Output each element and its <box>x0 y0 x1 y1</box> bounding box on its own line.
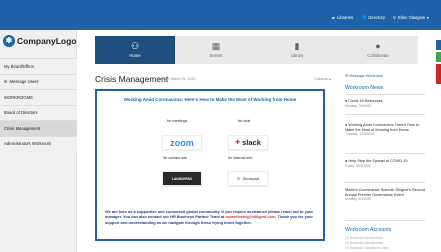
account-item[interactable]: (1) Business Administrator <box>345 241 425 245</box>
divider <box>345 153 425 154</box>
news-item-title: Help Stop the Spread of COVID-19 <box>348 159 408 163</box>
workroom-accounts-heading: Workroom Accounts <box>345 227 392 233</box>
logo-icon: ✱ <box>3 35 15 47</box>
tab-events[interactable]: ▦ Events <box>176 36 256 64</box>
sidebar-item-label: Administrators Workroom <box>4 141 52 147</box>
tab-label: Events <box>209 53 223 58</box>
slack-icon: ✚ <box>235 140 241 146</box>
news-item[interactable]: ● Help Stop the Spread of COVID-19 Friday… <box>345 159 425 168</box>
showpad-wordmark: Showpad <box>242 176 260 181</box>
divider <box>345 220 425 221</box>
news-item[interactable]: ● Covid-19 Resources Monday, 7/6/2020 <box>345 99 425 108</box>
label-for-contact-info: for contact info <box>163 156 188 160</box>
logo-text: CompanyLogo <box>17 36 77 46</box>
covid-icon: ● <box>345 123 348 127</box>
divider <box>345 94 425 95</box>
sidebar-section-workrooms: WORKROOMS <box>0 89 77 105</box>
tab-home[interactable]: ⚇ Home <box>95 36 175 64</box>
news-item-date: Friday, 3/20/2020 <box>345 163 371 168</box>
collapse-button[interactable]: Collapse ▴ <box>314 77 331 81</box>
divider <box>345 114 425 115</box>
edge-widget[interactable] <box>436 52 441 62</box>
zoom-wordmark: zoom <box>170 137 194 148</box>
account-item[interactable]: (1) Business Administrator <box>345 236 425 240</box>
libraries-link[interactable]: ▰ Libraries <box>332 15 353 20</box>
sidebar-item-administrators-workroom[interactable]: Administrators Workroom <box>0 135 77 151</box>
showpad-icon: ∞ <box>236 175 241 182</box>
news-panel: ✉ Message Workroom Workroom News ● Covid… <box>345 70 425 252</box>
divider <box>345 182 425 183</box>
news-item[interactable]: Modern Governance Summit: Diligent's Sec… <box>345 188 425 202</box>
workroom-tabs: ⚇ Home ▦ Events ▮ Library ● Collaborate <box>95 36 418 64</box>
zoom-logo[interactable]: zoom <box>162 135 202 150</box>
folder-icon: ▰ <box>331 14 335 20</box>
user-menu[interactable]: ⚲ Ellen Glasgow ▾ <box>393 15 429 20</box>
top-bar: ▰ Libraries 👥 Directory ⚲ Ellen Glasgow … <box>0 0 441 30</box>
sidebar-item-label: Crisis Management <box>4 125 41 131</box>
account-item[interactable]: (1) Business Operations User <box>345 246 425 250</box>
libraries-label: Libraries <box>336 14 354 20</box>
user-icon: ⚲ <box>393 14 397 20</box>
news-item-date: Monday, 3/2/2020 <box>345 197 372 202</box>
envelope-icon: ✉ <box>4 79 8 85</box>
library-icon: ▮ <box>294 41 300 51</box>
edge-widget[interactable] <box>436 40 441 50</box>
sidebar-item-crisis-management[interactable]: Crisis Management <box>0 120 77 136</box>
covid-icon: ● <box>345 99 348 103</box>
card-title: Working Amid Coronavirus: Here's How to … <box>123 97 297 102</box>
news-item[interactable]: ● Working Amid Coronavirus: Here's How t… <box>345 123 425 137</box>
tab-label: Home <box>129 53 141 58</box>
news-item-title: Covid-19 Resources <box>348 99 383 103</box>
sidebar: ✱ CompanyLogo My Board/Effect ✉ Message U… <box>0 30 77 252</box>
sidebar-item-my-board[interactable]: My Board/Effect <box>0 58 77 74</box>
people-icon: 👥 <box>361 14 367 19</box>
chevron-down-icon: ▾ <box>426 14 429 20</box>
sidebar-item-label: Message Users <box>9 79 39 85</box>
company-logo[interactable]: ✱ CompanyLogo <box>3 35 77 47</box>
directory-link[interactable]: 👥 Directory <box>361 14 385 20</box>
covid-icon: ● <box>345 159 348 163</box>
workroom-news-heading: Workroom News <box>345 85 384 91</box>
chat-icon: ● <box>375 41 381 51</box>
label-for-meetings: for meetings <box>167 119 188 123</box>
tab-label: Library <box>290 53 304 58</box>
edge-widget[interactable] <box>436 64 441 84</box>
message-workroom-label: Message Workroom <box>349 74 384 78</box>
tab-collaborate[interactable]: ● Collaborate <box>338 36 418 64</box>
launchpad-wordmark: LAUNCHPAD <box>172 176 192 181</box>
sidebar-item-label: Board of Directors <box>4 110 38 116</box>
label-for-internal-info: for internal info <box>228 156 253 160</box>
calendar-icon: ▦ <box>211 41 221 51</box>
launchpad-logo[interactable]: LAUNCHPAD <box>162 171 202 186</box>
tab-label: Collaborate <box>367 53 389 58</box>
sidebar-item-label: WORKROOMS <box>4 94 33 100</box>
collapse-label: Collapse <box>314 77 328 81</box>
user-name: Ellen Glasgow <box>398 14 425 20</box>
announcement-card: Working Amid Coronavirus: Here's How to … <box>95 89 325 241</box>
slack-logo[interactable]: ✚ slack <box>228 135 268 150</box>
news-item-title: Working Amid Coronavirus: Here's How to … <box>345 123 420 132</box>
sidebar-item-label: My Board/Effect <box>4 63 34 69</box>
message-workroom-link[interactable]: ✉ Message Workroom <box>345 73 383 78</box>
sidebar-item-message-users[interactable]: ✉ Message Users <box>0 73 77 89</box>
slack-wordmark: slack <box>242 138 261 147</box>
envelope-icon: ✉ <box>345 74 349 78</box>
label-for-chat: for chat <box>238 119 251 123</box>
news-item-title: Modern Governance Summit: Diligent's Sec… <box>345 188 425 197</box>
chevron-up-icon: ▴ <box>328 77 331 81</box>
sidebar-item-board-of-directors[interactable]: Board of Directors <box>0 104 77 120</box>
news-item-date: Monday, 7/6/2020 <box>345 103 372 108</box>
right-edge-widgets <box>436 40 441 84</box>
directory-label: Directory <box>368 14 386 20</box>
support-note: We are here as a supportive and connecte… <box>105 209 317 225</box>
tab-library[interactable]: ▮ Library <box>257 36 337 64</box>
updated-date: Updated: March 31, 2020 <box>155 77 196 81</box>
sidebar-nav: My Board/Effect ✉ Message Users WORKROOMS… <box>0 58 77 151</box>
showpad-logo[interactable]: ∞ Showpad <box>228 171 268 186</box>
hr-email-link[interactable]: mywellbeing@diligent.com <box>225 214 275 219</box>
people-group-icon: ⚇ <box>130 41 140 51</box>
news-item-date: Tuesday, 3/24/2020 <box>345 132 374 137</box>
top-links: ▰ Libraries 👥 Directory ⚲ Ellen Glasgow … <box>332 14 429 20</box>
